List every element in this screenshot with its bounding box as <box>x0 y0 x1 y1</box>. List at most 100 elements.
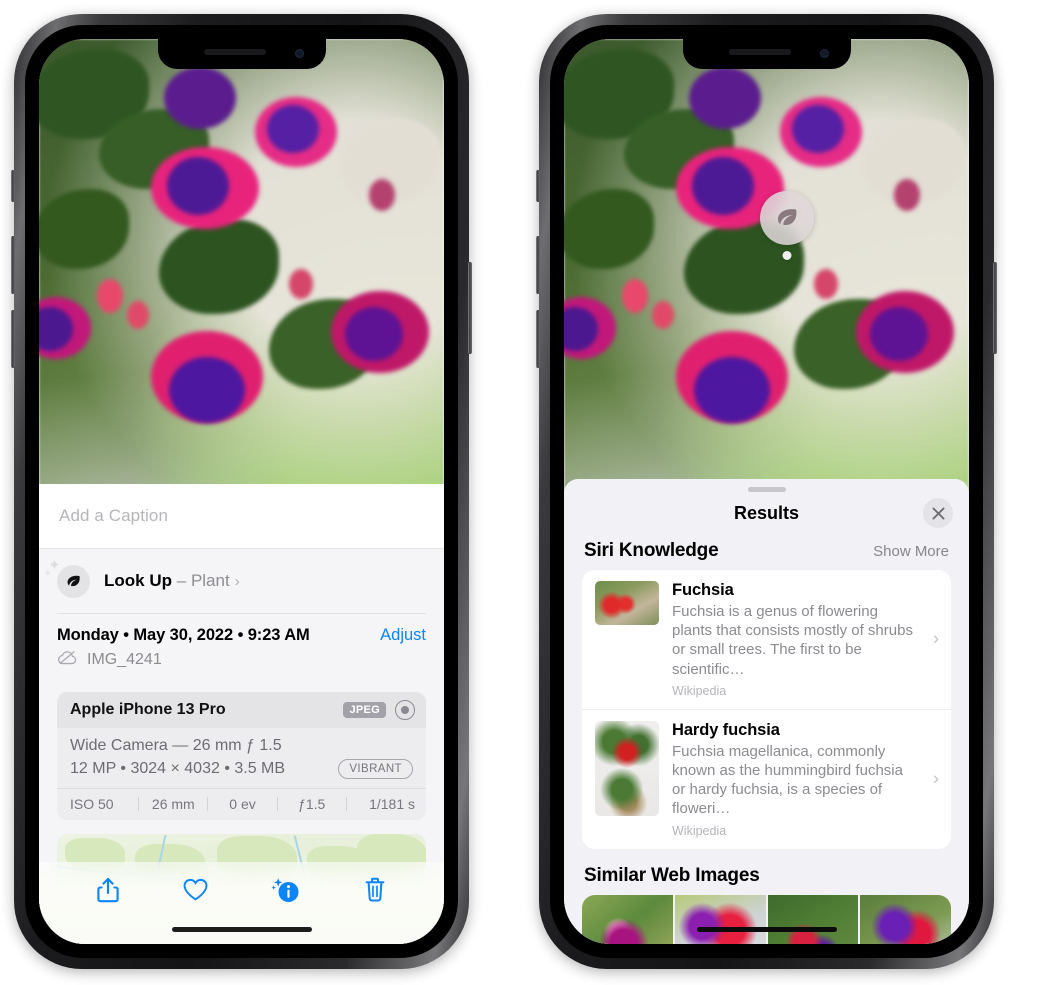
heart-icon[interactable] <box>182 877 209 907</box>
metadata-section: Monday • May 30, 2022 • 9:23 AM Adjust I… <box>39 614 444 680</box>
results-sheet: Results Siri Knowledge Show More Fuchsia… <box>564 479 969 944</box>
similar-web-images-header: Similar Web Images <box>564 849 969 895</box>
flower-blob <box>792 105 844 153</box>
look-up-text: Look Up <box>104 571 172 590</box>
volume-up-button[interactable] <box>11 236 15 294</box>
result-title: Fuchsia <box>672 581 734 599</box>
flower-blob <box>167 157 229 215</box>
flower-blob <box>289 269 313 299</box>
section-title-siri-knowledge: Siri Knowledge <box>584 540 719 561</box>
result-thumbnail <box>595 720 659 816</box>
section-title-similar-web-images: Similar Web Images <box>584 864 760 886</box>
caption-placeholder: Add a Caption <box>59 506 169 525</box>
screenshot-root: Add a Caption ✦ ✦ Look Up – Plant › Mond… <box>0 0 1055 985</box>
vibrant-badge: VIBRANT <box>338 759 413 779</box>
look-up-row[interactable]: ✦ ✦ Look Up – Plant › <box>39 549 444 613</box>
siri-knowledge-header: Siri Knowledge Show More <box>564 534 969 570</box>
flower-blob <box>652 301 674 329</box>
camera-info-card[interactable]: Apple iPhone 13 Pro JPEG Wide Camera — 2… <box>57 692 426 820</box>
icloud-slash-icon <box>57 650 78 670</box>
result-thumbnail <box>595 581 659 625</box>
caption-input[interactable]: Add a Caption <box>39 484 444 548</box>
flower-blob <box>345 307 403 361</box>
capture-date: Monday • May 30, 2022 • 9:23 AM <box>57 626 310 644</box>
close-icon[interactable] <box>923 498 953 528</box>
chevron-right-icon: › <box>933 768 939 789</box>
web-image-thumbnail[interactable] <box>860 894 951 944</box>
notch-right <box>682 39 851 69</box>
earpiece-speaker <box>728 49 791 55</box>
flower-blob <box>694 357 770 423</box>
exif-row: ISO 50 26 mm 0 ev ƒ1.5 1/181 s <box>57 788 426 820</box>
flower-blob <box>870 307 928 361</box>
file-name: IMG_4241 <box>87 651 162 668</box>
front-camera-icon <box>294 49 304 58</box>
volume-down-button[interactable] <box>11 310 15 368</box>
visual-lookup-badge[interactable] <box>760 191 814 260</box>
camera-card-body: Wide Camera — 26 mm ƒ 1.5 12 MP • 3024 ×… <box>57 728 426 788</box>
mute-switch[interactable] <box>11 170 15 202</box>
result-title: Hardy fuchsia <box>672 720 780 739</box>
home-indicator-right[interactable] <box>696 927 837 932</box>
volume-up-button[interactable] <box>536 236 540 294</box>
lookup-anchor-dot <box>782 251 792 260</box>
list-item[interactable]: Hardy fuchsia Fuchsia magellanica, commo… <box>582 708 951 849</box>
adjust-button[interactable]: Adjust <box>380 626 426 645</box>
exif-shutter: 1/181 s <box>369 796 416 812</box>
info-sparkle-icon[interactable] <box>271 875 301 910</box>
volume-down-button[interactable] <box>536 310 540 368</box>
lens-info: Wide Camera — 26 mm ƒ 1.5 <box>70 737 282 754</box>
sparkle-small-icon: ✦ <box>44 567 52 578</box>
similar-web-images-strip <box>582 894 951 944</box>
format-badge: JPEG <box>343 702 386 718</box>
leaf-icon: ✦ ✦ <box>44 558 90 598</box>
power-button[interactable] <box>468 262 472 354</box>
front-camera-icon <box>819 49 829 58</box>
siri-knowledge-card: Fuchsia Fuchsia is a genus of flowering … <box>582 570 951 849</box>
web-image-thumbnail[interactable] <box>767 894 859 944</box>
phone-right: Results Siri Knowledge Show More Fuchsia… <box>536 14 997 969</box>
flower-blob <box>127 301 149 329</box>
exif-iso: ISO 50 <box>70 796 114 812</box>
show-more-button[interactable]: Show More <box>873 543 949 560</box>
result-description: Fuchsia magellanica, commonly known as t… <box>672 742 903 818</box>
home-indicator-left[interactable] <box>171 927 312 932</box>
flower-blob <box>369 179 395 211</box>
flower-blob <box>97 279 123 313</box>
phone-bezel-right: Results Siri Knowledge Show More Fuchsia… <box>550 25 983 958</box>
camera-model: Apple iPhone 13 Pro <box>70 701 226 718</box>
exif-aperture: ƒ1.5 <box>298 796 326 812</box>
web-image-thumbnail[interactable] <box>582 894 673 944</box>
chevron-right-icon: › <box>933 628 939 649</box>
trash-icon[interactable] <box>363 876 387 909</box>
result-description: Fuchsia is a genus of flowering plants t… <box>672 603 913 678</box>
notch-left <box>157 39 326 69</box>
flower-blob <box>692 157 754 215</box>
leaf-icon <box>760 191 814 245</box>
web-image-thumbnail[interactable] <box>674 894 766 944</box>
screen-right: Results Siri Knowledge Show More Fuchsia… <box>564 39 969 944</box>
mute-switch[interactable] <box>536 170 540 202</box>
flower-blob <box>169 357 245 423</box>
flower-blob <box>689 67 761 129</box>
look-up-subject: Plant <box>190 571 230 590</box>
flower-blob <box>164 67 236 129</box>
share-icon[interactable] <box>96 876 120 909</box>
results-header: Results <box>564 492 969 534</box>
look-up-label: Look Up – Plant <box>104 571 230 591</box>
page-title: Results <box>733 502 800 523</box>
phone-bezel-left: Add a Caption ✦ ✦ Look Up – Plant › Mond… <box>25 25 458 958</box>
camera-card-header: Apple iPhone 13 Pro JPEG <box>57 692 426 728</box>
screen-left: Add a Caption ✦ ✦ Look Up – Plant › Mond… <box>39 39 444 944</box>
result-source: Wikipedia <box>672 683 727 698</box>
phone-left: Add a Caption ✦ ✦ Look Up – Plant › Mond… <box>11 14 472 969</box>
flower-blob <box>267 105 319 153</box>
earpiece-speaker <box>203 49 266 55</box>
chevron-right-icon: › <box>234 572 240 590</box>
exif-focal: 26 mm <box>151 796 195 812</box>
flower-blob <box>894 179 920 211</box>
result-source: Wikipedia <box>672 823 727 838</box>
power-button[interactable] <box>993 262 997 354</box>
flower-blob <box>622 279 648 313</box>
list-item[interactable]: Fuchsia Fuchsia is a genus of flowering … <box>582 570 951 709</box>
